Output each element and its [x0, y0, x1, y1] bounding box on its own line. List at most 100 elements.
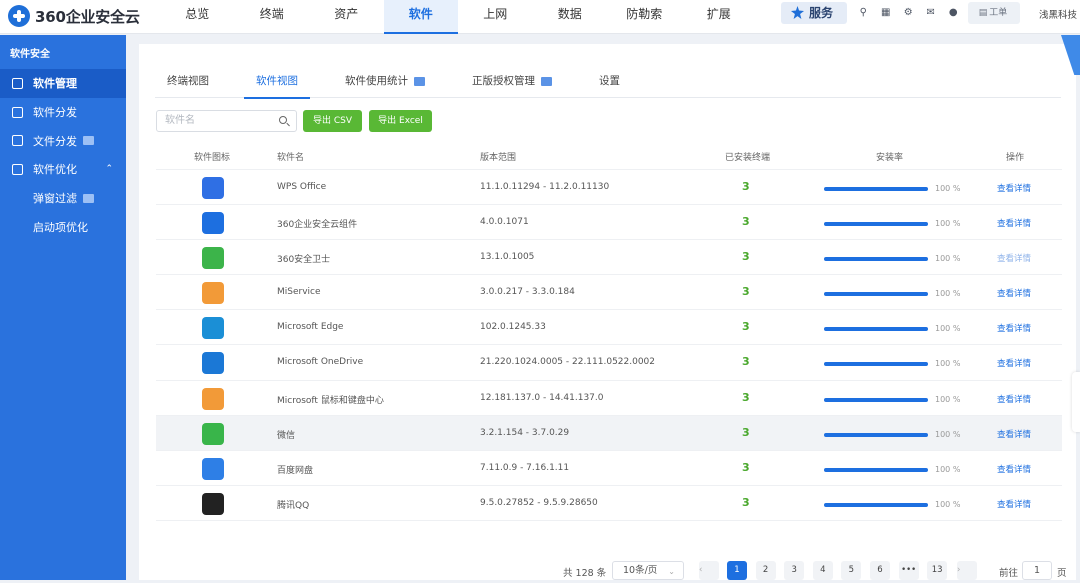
service-button[interactable]: 服务: [781, 2, 847, 24]
installed-count[interactable]: 3: [742, 320, 750, 333]
install-rate: 100 %: [935, 219, 961, 229]
table-row: Microsoft OneDrive 21.220.1024.0005 - 22.…: [156, 345, 1062, 381]
page-size-value: 10条/页: [623, 565, 658, 576]
installed-count[interactable]: 3: [742, 496, 750, 509]
page-button[interactable]: 5: [841, 561, 862, 580]
install-rate: 100 %: [935, 184, 961, 193]
version-range: 102.0.1245.33: [480, 322, 546, 333]
installed-count[interactable]: 3: [742, 391, 750, 404]
sidebar-item-software-management[interactable]: 软件管理: [0, 69, 126, 98]
nav-assets[interactable]: 资产: [309, 0, 384, 34]
install-rate-bar: [824, 362, 928, 367]
software-name: 360安全卫士: [277, 255, 331, 266]
chevron-up-icon: ⌃: [105, 164, 113, 175]
edge-icon: [202, 317, 224, 340]
chevron-down-icon: ⌄: [668, 567, 675, 576]
tab-usage-stats[interactable]: 软件使用统计: [333, 64, 437, 98]
nav-ransomware[interactable]: 防勒索: [607, 0, 682, 34]
table-row: 百度网盘 7.11.0.9 - 7.16.1.11 3 100 % 查看详情: [156, 451, 1062, 486]
column-header: 版本范围: [480, 153, 517, 163]
nav-endpoint[interactable]: 终端: [235, 0, 310, 34]
view-details-link[interactable]: 查看详情: [997, 498, 1031, 510]
page-button[interactable]: 6: [870, 561, 890, 580]
table-row: 360企业安全云组件 4.0.0.1071 3 100 % 查看详情: [156, 205, 1062, 241]
settings-icon[interactable]: ⚙: [897, 3, 920, 23]
page-button[interactable]: 3: [784, 561, 805, 580]
search-icon: [279, 116, 287, 124]
sidebar-item-file-distribution[interactable]: 文件分发: [0, 126, 126, 155]
export-csv-button[interactable]: 导出 CSV: [303, 110, 362, 132]
software-name: WPS Office: [277, 182, 327, 192]
page-size-select[interactable]: 10条/页 ⌄: [612, 561, 684, 580]
software-name: Microsoft Edge: [277, 322, 344, 333]
sidebar-item-label: 弹窗过滤: [33, 192, 77, 206]
table-row: MiService 3.0.0.217 - 3.3.0.184 3 100 % 查看详情: [156, 275, 1062, 311]
installed-count[interactable]: 3: [742, 285, 750, 298]
baidu-netdisk-icon: [202, 457, 224, 480]
version-range: 3.2.1.154 - 3.7.0.29: [480, 427, 570, 438]
search-input[interactable]: 软件名: [156, 110, 297, 132]
view-details-link[interactable]: 查看详情: [997, 357, 1031, 369]
version-range: 4.0.0.1071: [480, 217, 529, 228]
install-rate-bar: [824, 222, 928, 227]
sidebar-item-software-distribution[interactable]: 软件分发: [0, 98, 126, 127]
qrcode-icon[interactable]: ▦: [875, 3, 898, 23]
view-details-link[interactable]: 查看详情: [997, 393, 1031, 405]
install-rate: 100 %: [935, 254, 961, 264]
tab-label: 设置: [599, 75, 620, 87]
installed-count[interactable]: 3: [742, 355, 750, 368]
install-rate-bar: [824, 432, 928, 437]
page-button[interactable]: 4: [812, 561, 833, 580]
more-pages-button[interactable]: •••: [898, 561, 919, 580]
nav-extension[interactable]: 扩展: [682, 0, 757, 34]
user-name[interactable]: 浅黑科技: [1039, 7, 1077, 21]
installed-count[interactable]: 3: [742, 215, 750, 228]
installed-count[interactable]: 3: [742, 250, 750, 263]
tab-license-management[interactable]: 正版授权管理: [460, 64, 564, 98]
install-rate-bar: [824, 187, 928, 191]
installed-count[interactable]: 3: [742, 426, 750, 439]
tab-label: 软件使用统计: [345, 75, 408, 87]
installed-count[interactable]: 3: [742, 461, 750, 474]
tab-endpoint-view[interactable]: 终端视图: [155, 64, 221, 98]
total-count: 共 128 条: [563, 568, 607, 579]
view-details-link[interactable]: 查看详情: [997, 287, 1031, 299]
installed-count[interactable]: 3: [742, 180, 750, 193]
nav-internet[interactable]: 上网: [458, 0, 533, 34]
optimize-icon: [12, 163, 23, 175]
view-details-link[interactable]: 查看详情: [997, 217, 1031, 229]
sidebar-item-software-optimization[interactable]: 软件优化 ⌃: [0, 155, 126, 184]
nav-software[interactable]: 软件: [383, 0, 458, 34]
help-icon[interactable]: ●: [942, 3, 965, 23]
nav-overview[interactable]: 总览: [160, 0, 235, 34]
goto-page-input[interactable]: 1: [1022, 561, 1052, 580]
tab-software-view[interactable]: 软件视图: [244, 64, 310, 99]
sidebar-item-startup-optimization[interactable]: 启动项优化: [0, 212, 126, 241]
chevron-left-icon: ‹: [699, 565, 703, 575]
view-details-link[interactable]: 查看详情: [997, 182, 1031, 194]
chevron-right-icon: ›: [957, 565, 961, 575]
ticket-button[interactable]: ▤ 工单: [968, 2, 1020, 24]
search-icon[interactable]: ⚲: [852, 3, 875, 23]
install-rate-bar: [824, 292, 928, 297]
mail-icon[interactable]: ✉: [920, 3, 943, 23]
brand-logo[interactable]: 360企业安全云: [8, 5, 140, 27]
view-details-link[interactable]: 查看详情: [997, 428, 1031, 440]
nav-data[interactable]: 数据: [533, 0, 608, 34]
page-button[interactable]: 1: [727, 561, 747, 580]
view-details-link[interactable]: 查看详情: [997, 463, 1031, 475]
export-excel-button[interactable]: 导出 Excel: [369, 110, 432, 132]
side-float-tab[interactable]: [1072, 372, 1080, 432]
page-button[interactable]: 2: [755, 561, 776, 580]
360-guard-icon: [202, 247, 224, 270]
next-page-button[interactable]: ›: [957, 561, 977, 580]
ticket-label: 工单: [989, 8, 1008, 18]
ticket-icon: ▤: [978, 8, 988, 18]
prev-page-button[interactable]: ‹: [699, 561, 719, 580]
view-details-link[interactable]: 查看详情: [997, 252, 1031, 264]
onedrive-icon: [202, 352, 224, 375]
page-button[interactable]: 13: [927, 561, 948, 580]
view-details-link[interactable]: 查看详情: [997, 322, 1031, 334]
sidebar-item-popup-filter[interactable]: 弹窗过滤: [0, 184, 126, 213]
tab-settings[interactable]: 设置: [587, 64, 632, 98]
